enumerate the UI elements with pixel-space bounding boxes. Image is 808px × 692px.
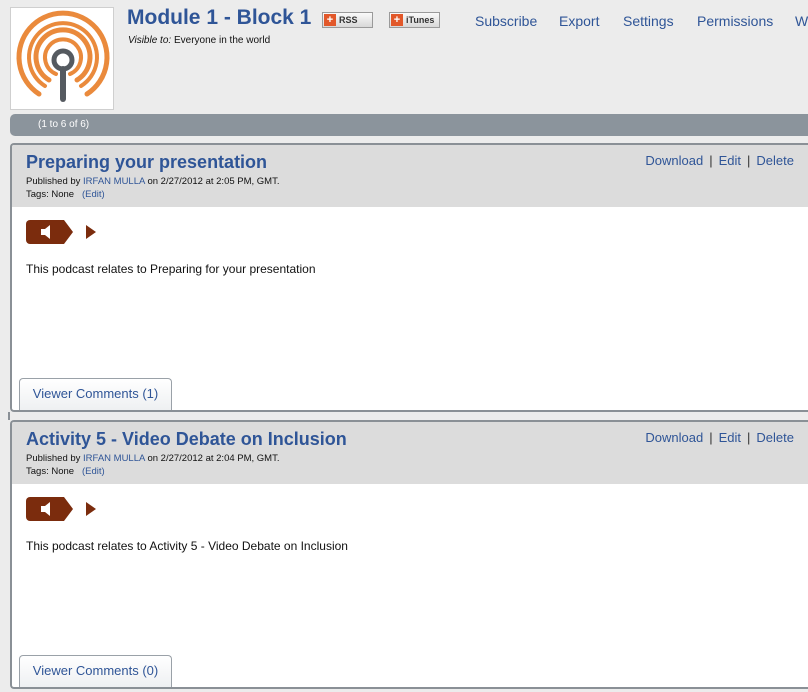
tags-label: Tags: None xyxy=(26,466,75,477)
plus-icon: + xyxy=(391,14,403,26)
episode-actions: Download | Edit | Delete xyxy=(645,153,794,168)
episode-description: This podcast relates to Activity 5 - Vid… xyxy=(26,539,348,553)
tags-edit-link[interactable]: (Edit) xyxy=(82,189,105,200)
page-title: Module 1 - Block 1 xyxy=(127,6,312,29)
download-link[interactable]: Download xyxy=(645,430,703,445)
visible-label: Visible to: xyxy=(128,35,172,46)
author-link[interactable]: IRFAN MULLA xyxy=(83,453,145,464)
podcast-logo-icon xyxy=(16,10,110,102)
tags-edit-link[interactable]: (Edit) xyxy=(82,466,105,477)
rss-button[interactable]: + RSS xyxy=(322,12,373,28)
rss-label: RSS xyxy=(339,15,358,25)
speaker-icon[interactable] xyxy=(26,220,74,244)
published-date: on 2/27/2012 at 2:05 PM, GMT. xyxy=(147,176,280,187)
itunes-label: iTunes xyxy=(406,15,435,25)
separator: | xyxy=(747,430,751,445)
episode-meta: Published by IRFAN MULLA on 2/27/2012 at… xyxy=(26,452,280,478)
episode-header: Activity 5 - Video Debate on Inclusion P… xyxy=(12,422,808,484)
visible-value: Everyone in the world xyxy=(173,35,271,46)
edit-link[interactable]: Edit xyxy=(719,153,741,168)
permissions-link[interactable]: Permissions xyxy=(697,13,773,29)
pager-text: (1 to 6 of 6) xyxy=(38,119,90,130)
subscribe-link[interactable]: Subscribe xyxy=(475,13,537,29)
separator: | xyxy=(747,153,751,168)
export-link[interactable]: Export xyxy=(559,13,599,29)
separator: | xyxy=(709,430,713,445)
viewer-comments-tab[interactable]: Viewer Comments (0) xyxy=(19,655,172,687)
audio-player xyxy=(26,220,116,244)
episode-title[interactable]: Activity 5 - Video Debate on Inclusion xyxy=(26,429,347,450)
published-prefix: Published by xyxy=(26,176,81,187)
author-link[interactable]: IRFAN MULLA xyxy=(83,176,145,187)
episode-actions: Download | Edit | Delete xyxy=(645,430,794,445)
episode-meta: Published by IRFAN MULLA on 2/27/2012 at… xyxy=(26,175,280,201)
podcast-logo xyxy=(10,7,114,110)
episode-card: Preparing your presentation Published by… xyxy=(10,143,808,412)
separator: | xyxy=(709,153,713,168)
episode-title[interactable]: Preparing your presentation xyxy=(26,152,267,173)
edit-link[interactable]: Edit xyxy=(719,430,741,445)
published-prefix: Published by xyxy=(26,453,81,464)
speaker-icon[interactable] xyxy=(26,497,74,521)
plus-icon: + xyxy=(324,14,336,26)
episode-header: Preparing your presentation Published by… xyxy=(12,145,808,207)
download-link[interactable]: Download xyxy=(645,153,703,168)
episode-description: This podcast relates to Preparing for yo… xyxy=(26,262,316,276)
audio-player xyxy=(26,497,116,521)
divider xyxy=(8,412,10,420)
episode-card: Activity 5 - Video Debate on Inclusion P… xyxy=(10,420,808,689)
delete-link[interactable]: Delete xyxy=(756,153,794,168)
more-link[interactable]: W xyxy=(795,13,808,29)
tags-label: Tags: None xyxy=(26,189,75,200)
itunes-button[interactable]: + iTunes xyxy=(389,12,440,28)
published-date: on 2/27/2012 at 2:04 PM, GMT. xyxy=(147,453,280,464)
visibility-info: Visible to: Everyone in the world xyxy=(128,35,270,46)
play-icon[interactable] xyxy=(86,225,96,239)
viewer-comments-tab[interactable]: Viewer Comments (1) xyxy=(19,378,172,410)
settings-link[interactable]: Settings xyxy=(623,13,674,29)
pager-bar: (1 to 6 of 6) xyxy=(10,114,808,136)
play-icon[interactable] xyxy=(86,502,96,516)
delete-link[interactable]: Delete xyxy=(756,430,794,445)
